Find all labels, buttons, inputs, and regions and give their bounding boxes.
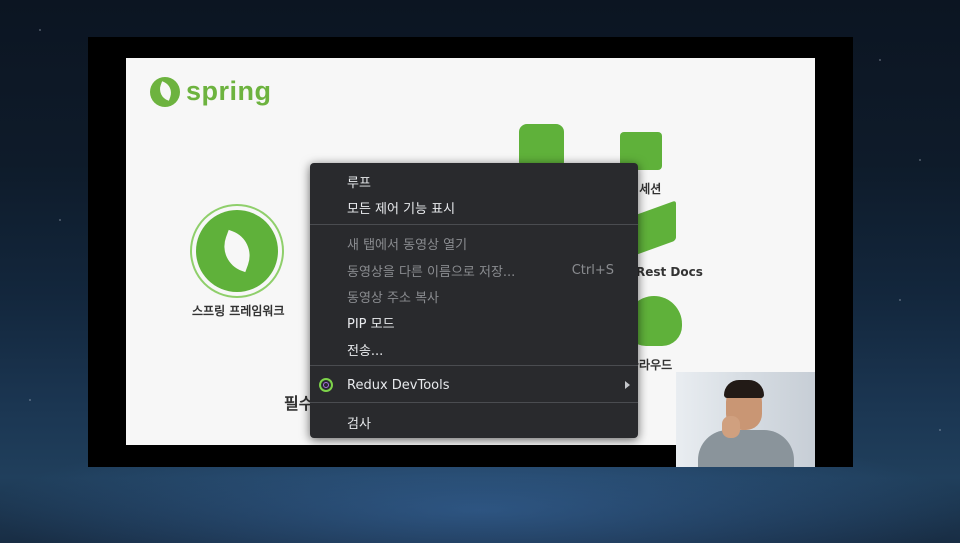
menu-item-label: 검사	[347, 416, 371, 432]
rest-docs-label: Rest Docs	[636, 265, 703, 279]
menu-item-open-video-new-tab[interactable]: 새 탭에서 동영상 열기	[310, 230, 638, 256]
menu-item-redux-devtools[interactable]: Redux DevTools	[310, 372, 638, 398]
menu-separator	[310, 365, 638, 366]
menu-item-label: 동영상 주소 복사	[347, 290, 439, 306]
webcam-overlay	[676, 372, 815, 467]
spring-logo-text: spring	[186, 76, 272, 106]
menu-item-shortcut: Ctrl+S	[571, 262, 614, 278]
spring-leaf-icon	[150, 76, 180, 107]
menu-item-inspect[interactable]: 검사	[310, 409, 638, 435]
menu-separator	[310, 224, 638, 225]
menu-item-copy-video-address[interactable]: 동영상 주소 복사	[310, 283, 638, 309]
menu-item-label: 모든 제어 기능 표시	[347, 201, 456, 217]
menu-item-save-video-as[interactable]: 동영상을 다른 이름으로 저장... Ctrl+S	[310, 257, 638, 283]
rest-docs-icon	[634, 200, 676, 256]
redux-icon	[319, 378, 333, 392]
context-menu: 루프 모든 제어 기능 표시 새 탭에서 동영상 열기 동영상을 다른 이름으로…	[310, 163, 638, 438]
menu-item-label: 동영상을 다른 이름으로 저장...	[347, 264, 516, 280]
framework-label: 스프링 프레임워크	[192, 304, 285, 318]
menu-item-label: 전송...	[347, 343, 384, 359]
menu-item-cast[interactable]: 전송...	[310, 336, 638, 362]
menu-item-label: Redux DevTools	[347, 377, 450, 393]
menu-item-label: 루프	[347, 175, 371, 191]
menu-item-pip-mode[interactable]: PIP 모드	[310, 309, 638, 335]
menu-item-label: 새 탭에서 동영상 열기	[347, 237, 468, 253]
presenter-hair	[724, 380, 764, 398]
presenter-body	[698, 430, 794, 467]
menu-item-show-controls[interactable]: 모든 제어 기능 표시	[310, 194, 638, 220]
presenter-hand	[722, 416, 740, 438]
spring-framework-icon	[196, 210, 278, 292]
spring-logo: spring	[150, 76, 272, 107]
menu-item-label: PIP 모드	[347, 316, 395, 332]
menu-item-loop[interactable]: 루프	[310, 168, 638, 194]
menu-separator	[310, 402, 638, 403]
submenu-arrow-icon	[625, 381, 630, 389]
